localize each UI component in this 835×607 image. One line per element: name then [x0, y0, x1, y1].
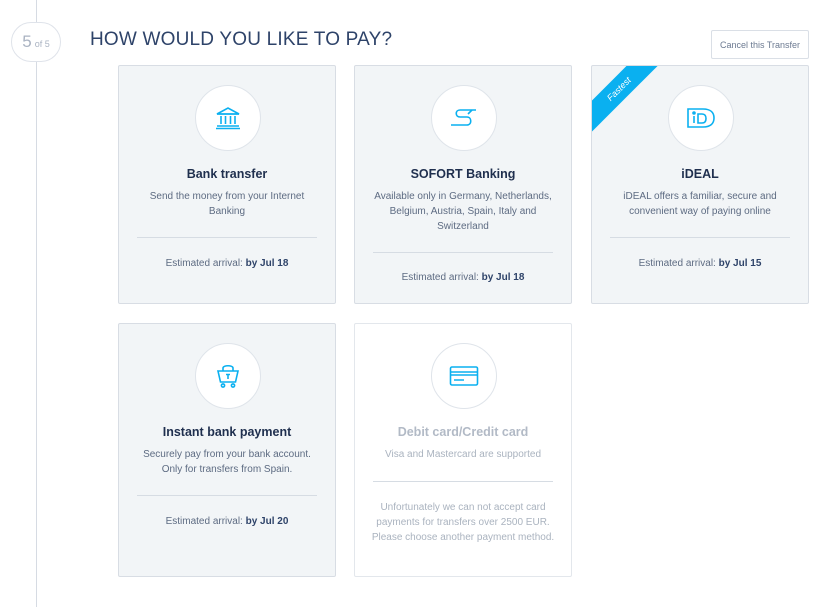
step-total: of 5 — [34, 38, 50, 49]
page-title: HOW WOULD YOU LIKE TO PAY? — [90, 29, 393, 50]
divider — [373, 252, 553, 253]
arrival-label: Estimated arrival: — [165, 516, 243, 527]
bank-icon — [195, 85, 261, 151]
estimated-arrival: Estimated arrival: by Jul 20 — [119, 516, 335, 527]
payment-option-description: Securely pay from your bank account. Onl… — [143, 449, 311, 475]
shopping-basket-icon — [195, 343, 261, 409]
arrival-date: by Jul 20 — [245, 516, 289, 527]
arrival-label: Estimated arrival: — [165, 258, 243, 269]
payment-option-sofort[interactable]: SOFORT Banking Available only in Germany… — [354, 65, 572, 304]
payment-option-title: SOFORT Banking — [410, 167, 516, 181]
payment-option-title: iDEAL — [681, 167, 719, 181]
payment-option-title: Bank transfer — [186, 167, 268, 181]
arrival-date: by Jul 15 — [718, 258, 762, 269]
payment-option-bank-transfer[interactable]: Bank transfer Send the money from your I… — [118, 65, 336, 304]
payment-option-card: Debit card/Credit card Visa and Masterca… — [354, 323, 572, 577]
estimated-arrival: Estimated arrival: by Jul 15 — [592, 258, 808, 269]
payment-option-description: iDEAL offers a familiar, secure and conv… — [623, 191, 777, 217]
arrival-label: Estimated arrival: — [638, 258, 716, 269]
arrival-date: by Jul 18 — [245, 258, 289, 269]
cancel-transfer-button[interactable]: Cancel this Transfer — [711, 30, 809, 59]
divider — [610, 237, 790, 238]
payment-option-title: Debit card/Credit card — [397, 425, 529, 439]
payment-option-ideal[interactable]: Fastest iDEAL iDEAL offers a familiar, s… — [591, 65, 809, 304]
card-limit-warning: Unfortunately we can not accept card pay… — [371, 502, 555, 543]
divider — [137, 495, 317, 496]
payment-option-instant-bank-payment[interactable]: Instant bank payment Securely pay from y… — [118, 323, 336, 577]
payment-option-description: Available only in Germany, Netherlands, … — [374, 191, 552, 232]
payment-option-description: Visa and Mastercard are supported — [384, 449, 541, 460]
credit-card-icon — [431, 343, 497, 409]
step-indicator: 5 of 5 — [11, 22, 61, 62]
sofort-icon — [431, 85, 497, 151]
estimated-arrival: Estimated arrival: by Jul 18 — [355, 272, 571, 283]
timeline-line — [36, 0, 37, 607]
divider — [137, 237, 317, 238]
ideal-icon — [668, 85, 734, 151]
payment-option-title: Instant bank payment — [162, 425, 292, 439]
payment-option-description: Send the money from your Internet Bankin… — [149, 191, 305, 217]
estimated-arrival: Estimated arrival: by Jul 18 — [119, 258, 335, 269]
fastest-badge: Fastest — [592, 66, 666, 136]
step-number: 5 — [22, 32, 32, 51]
arrival-date: by Jul 18 — [481, 272, 525, 283]
arrival-label: Estimated arrival: — [401, 272, 479, 283]
divider — [373, 481, 553, 482]
